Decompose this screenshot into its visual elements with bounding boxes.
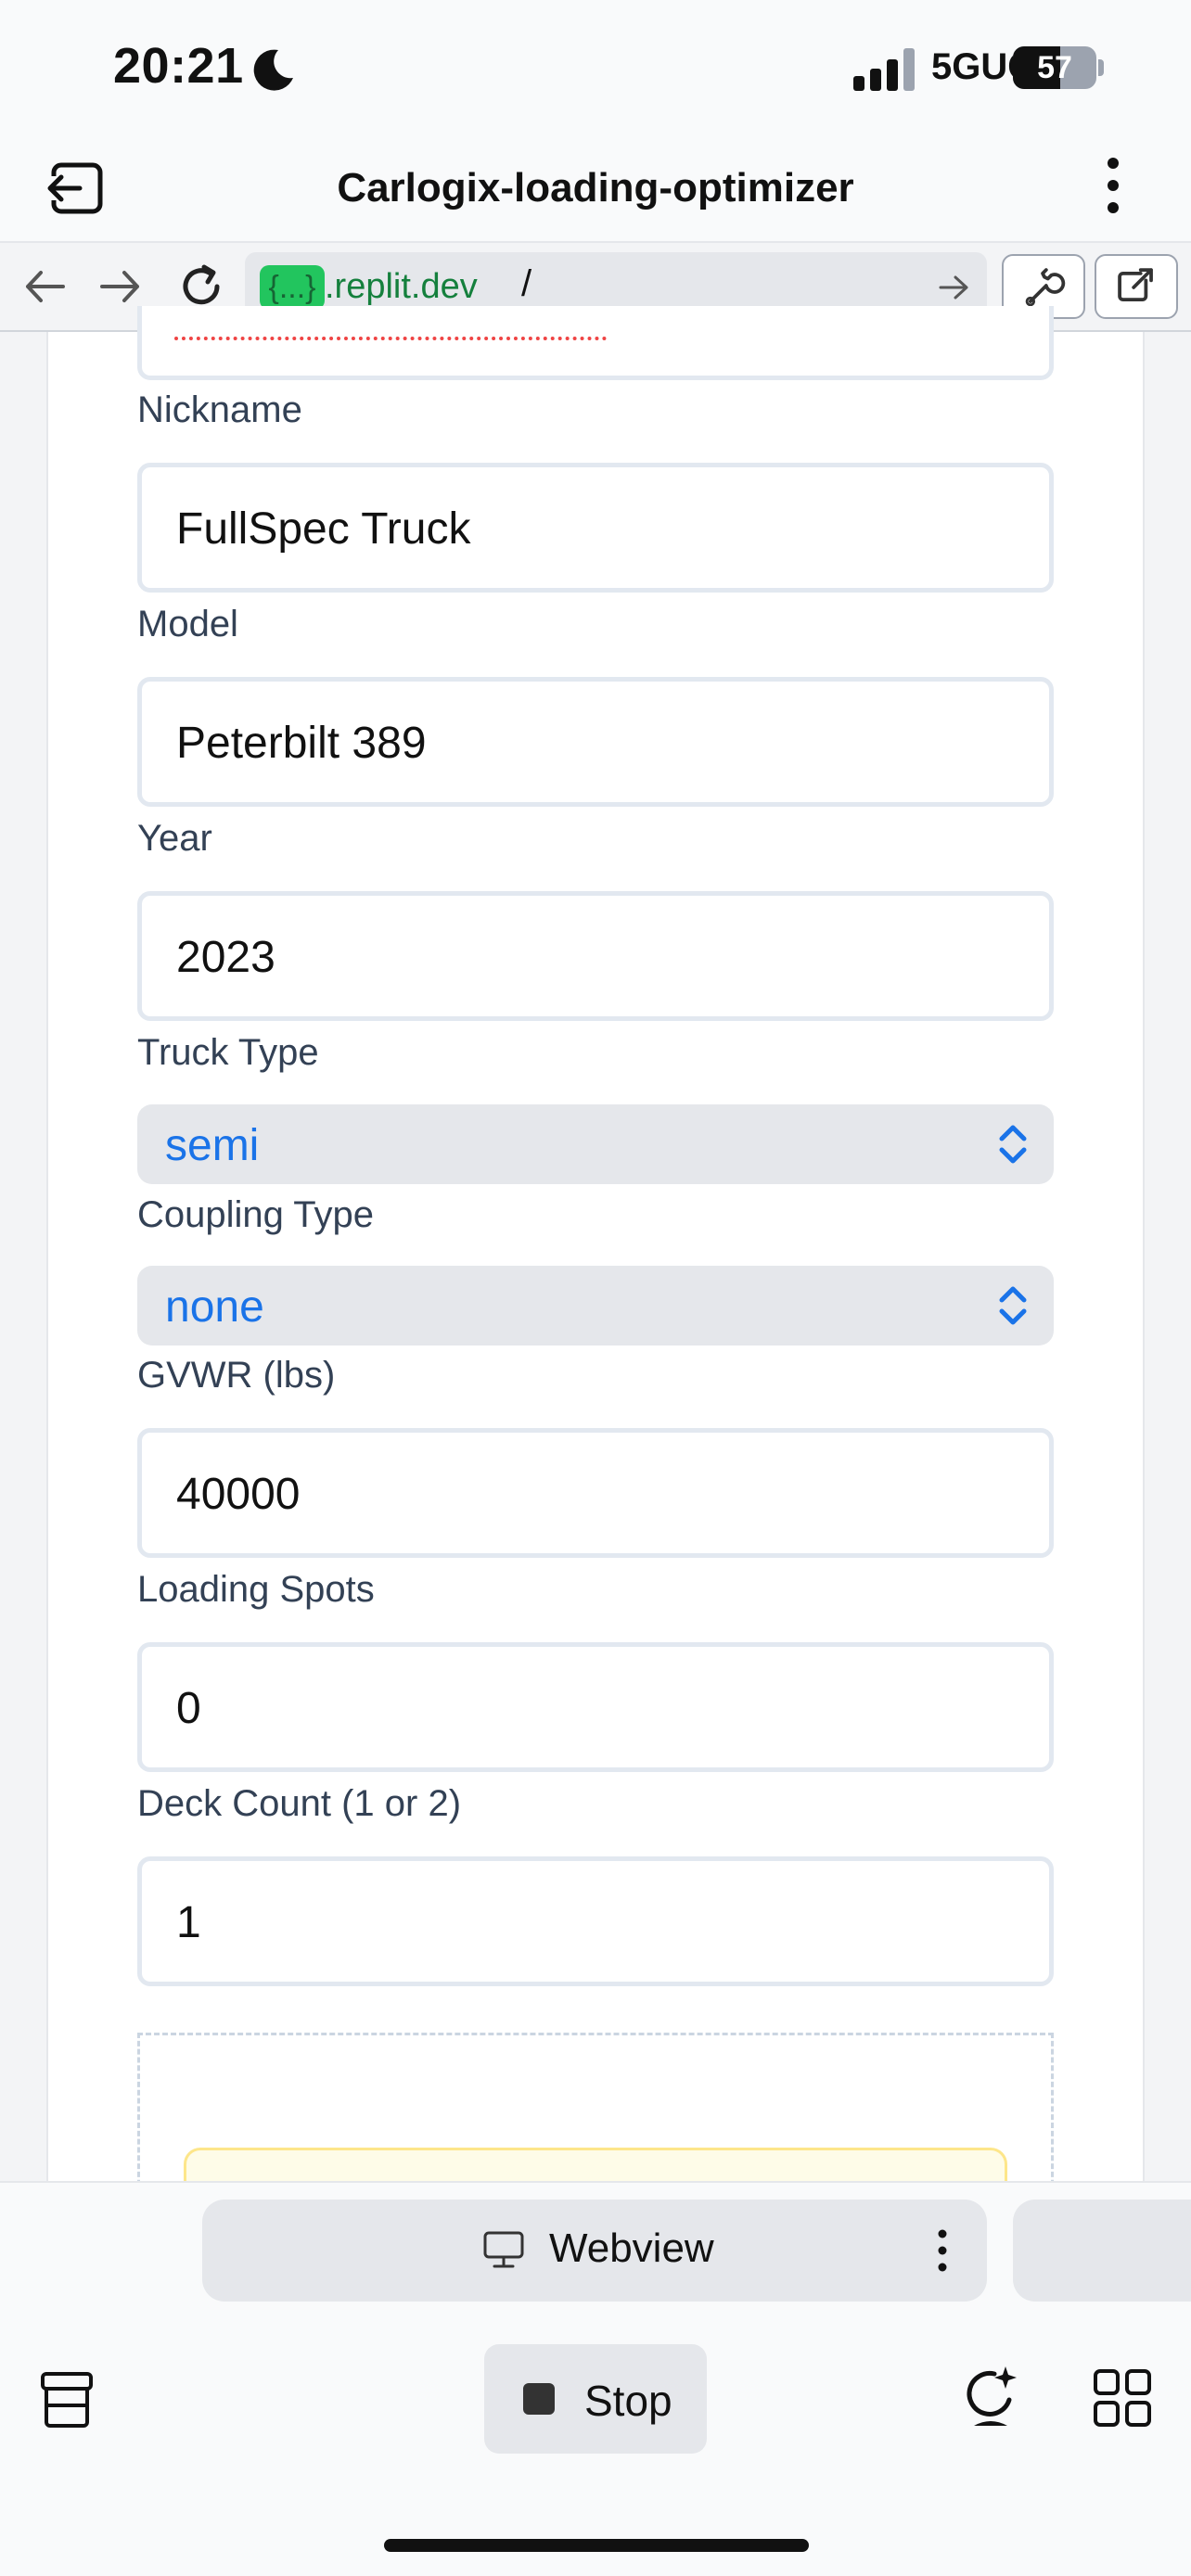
year-label: Year: [137, 818, 212, 859]
gvwr-label: GVWR (lbs): [137, 1355, 336, 1396]
assistant-icon[interactable]: [963, 2363, 1018, 2433]
deck-count-input[interactable]: [137, 1856, 1054, 1986]
url-path[interactable]: /: [521, 263, 531, 305]
next-tab[interactable]: [1013, 2200, 1191, 2302]
url-chip: {...}: [260, 265, 325, 310]
moon-icon: [253, 49, 293, 91]
webview-label: Webview: [549, 2225, 714, 2271]
truck-type-select[interactable]: [137, 1104, 1054, 1184]
home-indicator[interactable]: [384, 2539, 809, 2552]
coupling-type-select[interactable]: [137, 1266, 1054, 1345]
truck-type-value: semi: [165, 1121, 260, 1170]
grid-icon[interactable]: [1093, 2368, 1152, 2428]
coupling-type-value: none: [165, 1282, 264, 1332]
coupling-type-label: Coupling Type: [137, 1194, 374, 1235]
back-icon[interactable]: [20, 265, 69, 308]
stop-icon: [523, 2383, 555, 2415]
battery-tip: [1098, 59, 1104, 76]
nickname-value: FullSpec Truck: [176, 504, 471, 554]
chevron-updown-icon: [999, 1125, 1027, 1164]
open-external-button[interactable]: [1095, 254, 1178, 319]
stack-icon[interactable]: [39, 2370, 95, 2429]
chevron-updown-icon: [999, 1286, 1027, 1325]
external-link-icon: [1118, 268, 1153, 302]
stop-label: Stop: [584, 2377, 672, 2425]
app-title: Carlogix-loading-optimizer: [337, 165, 854, 210]
spellcheck-underline: [174, 337, 607, 340]
model-label: Model: [137, 604, 238, 644]
loading-spots-value: 0: [176, 1684, 201, 1733]
loading-spots-input[interactable]: [137, 1642, 1054, 1772]
loading-spots-label: Loading Spots: [137, 1569, 375, 1610]
deck-count-label: Deck Count (1 or 2): [137, 1783, 462, 1824]
more-vertical-icon[interactable]: [933, 2227, 952, 2274]
gvwr-value: 40000: [176, 1470, 301, 1519]
arrow-right-icon[interactable]: [935, 271, 972, 304]
nickname-label: Nickname: [137, 389, 302, 430]
url-domain: .replit.dev: [325, 267, 478, 306]
forward-icon[interactable]: [96, 265, 145, 308]
kebab-icon[interactable]: [1095, 156, 1132, 215]
reload-icon[interactable]: [176, 261, 226, 312]
signal-icon: [853, 48, 915, 91]
truck-type-label: Truck Type: [137, 1032, 319, 1073]
year-value: 2023: [176, 933, 275, 982]
battery-indicator: 57: [1013, 46, 1096, 89]
status-time: 20:21: [113, 38, 244, 94]
deck-count-value: 1: [176, 1898, 201, 1947]
model-value: Peterbilt 389: [176, 719, 427, 768]
battery-level: 57: [1037, 50, 1072, 85]
monitor-icon: [483, 2231, 524, 2268]
previous-input[interactable]: [137, 306, 1054, 380]
